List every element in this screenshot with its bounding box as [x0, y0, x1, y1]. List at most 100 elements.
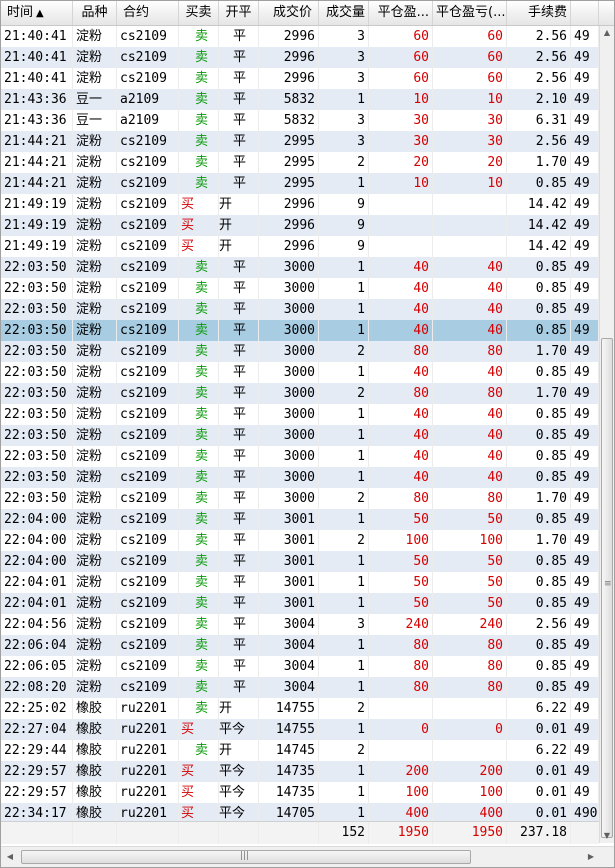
table-row[interactable]: 22:03:50 淀粉 cs2109 卖平 3000 1 40 40 0.85 49: [1, 278, 599, 299]
cell-side: 卖: [179, 551, 219, 572]
column-header-volume[interactable]: 成交量: [319, 1, 369, 25]
table-row[interactable]: 22:04:00 淀粉 cs2109 卖平 3001 1 50 50 0.85 49: [1, 551, 599, 572]
cell-open-close: 平: [219, 467, 259, 488]
cell-time: 22:04:56: [1, 614, 73, 635]
cell-extra: 49: [571, 530, 599, 551]
cell-close-pnl: [369, 215, 433, 236]
table-row[interactable]: 22:29:57 橡胶 ru2201 买平今 14735 1 100 100 0.01 49: [1, 782, 599, 803]
cell-contract: cs2109: [117, 635, 179, 656]
cell-fee: 1.70: [507, 152, 571, 173]
table-row[interactable]: 22:03:50 淀粉 cs2109 卖平 3000 2 80 80 1.70 49: [1, 488, 599, 509]
cell-volume: 9: [319, 194, 369, 215]
vertical-scroll-thumb[interactable]: ≡: [601, 338, 613, 838]
cell-fee: 1.70: [507, 341, 571, 362]
cell-time: 22:29:57: [1, 782, 73, 803]
cell-volume: 1: [319, 404, 369, 425]
cell-fee: 1.70: [507, 530, 571, 551]
table-row[interactable]: 22:03:50 淀粉 cs2109 卖平 3000 1 40 40 0.85 49: [1, 467, 599, 488]
cell-price: 3001: [259, 530, 319, 551]
cell-extra: 49: [571, 761, 599, 782]
table-row[interactable]: 22:04:01 淀粉 cs2109 卖平 3001 1 50 50 0.85 49: [1, 572, 599, 593]
table-row[interactable]: 21:49:19 淀粉 cs2109 买开 2996 9 14.42 49: [1, 194, 599, 215]
cell-fee: 1.70: [507, 383, 571, 404]
table-row[interactable]: 22:29:57 橡胶 ru2201 买平今 14735 1 200 200 0.01 49: [1, 761, 599, 782]
column-header-product[interactable]: 品种: [73, 1, 117, 25]
cell-fee: 0.85: [507, 257, 571, 278]
cell-product: 淀粉: [73, 656, 117, 677]
column-header-contract[interactable]: 合约: [117, 1, 179, 25]
cell-fee: 0.01: [507, 719, 571, 740]
table-row[interactable]: 22:04:56 淀粉 cs2109 卖平 3004 3 240 240 2.56 49: [1, 614, 599, 635]
table-row[interactable]: 22:04:01 淀粉 cs2109 卖平 3001 1 50 50 0.85 49: [1, 593, 599, 614]
cell-volume: 1: [319, 278, 369, 299]
table-row[interactable]: 22:04:00 淀粉 cs2109 卖平 3001 2 100 100 1.70 49: [1, 530, 599, 551]
table-row[interactable]: 22:03:50 淀粉 cs2109 卖平 3000 2 80 80 1.70 49: [1, 383, 599, 404]
cell-contract: a2109: [117, 89, 179, 110]
column-header-close-pnl-detail[interactable]: 平仓盈亏(...: [433, 1, 507, 25]
cell-close-pnl: 80: [369, 677, 433, 698]
table-row[interactable]: 21:40:41 淀粉 cs2109 卖平 2996 3 60 60 2.56 49: [1, 26, 599, 47]
table-row[interactable]: 22:27:04 橡胶 ru2201 买平今 14755 1 0 0 0.01 49: [1, 719, 599, 740]
table-row[interactable]: 21:44:21 淀粉 cs2109 卖平 2995 3 30 30 2.56 49: [1, 131, 599, 152]
cell-close-pnl: 40: [369, 446, 433, 467]
scroll-right-icon[interactable]: ▶: [584, 850, 598, 864]
scroll-down-icon[interactable]: ▼: [600, 829, 614, 843]
table-row[interactable]: 22:06:05 淀粉 cs2109 卖平 3004 1 80 80 0.85 49: [1, 656, 599, 677]
column-header-extra[interactable]: [571, 1, 599, 25]
cell-side: 卖: [179, 110, 219, 131]
cell-volume: 2: [319, 530, 369, 551]
table-row[interactable]: 22:03:50 淀粉 cs2109 卖平 3000 1 40 40 0.85 49: [1, 320, 599, 341]
cell-product: 橡胶: [73, 782, 117, 803]
column-header-close-pnl[interactable]: 平仓盈...: [369, 1, 433, 25]
table-row[interactable]: 22:03:50 淀粉 cs2109 卖平 3000 1 40 40 0.85 49: [1, 446, 599, 467]
table-row[interactable]: 22:03:50 淀粉 cs2109 卖平 3000 2 80 80 1.70 49: [1, 341, 599, 362]
cell-close-pnl-detail: [433, 215, 507, 236]
table-row[interactable]: 22:06:04 淀粉 cs2109 卖平 3004 1 80 80 0.85 49: [1, 635, 599, 656]
scroll-left-icon[interactable]: ◀: [3, 850, 17, 864]
cell-volume: 1: [319, 446, 369, 467]
cell-contract: cs2109: [117, 68, 179, 89]
cell-close-pnl-detail: 10: [433, 89, 507, 110]
column-header-price[interactable]: 成交价: [259, 1, 319, 25]
cell-price: 3000: [259, 341, 319, 362]
cell-close-pnl-detail: [433, 194, 507, 215]
table-row[interactable]: 22:03:50 淀粉 cs2109 卖平 3000 1 40 40 0.85 49: [1, 299, 599, 320]
cell-product: 淀粉: [73, 278, 117, 299]
cell-price: 2996: [259, 194, 319, 215]
table-row[interactable]: 21:44:21 淀粉 cs2109 卖平 2995 1 10 10 0.85 49: [1, 173, 599, 194]
column-header-side[interactable]: 买卖: [179, 1, 219, 25]
table-row[interactable]: 22:29:44 橡胶 ru2201 卖开 14745 2 6.22 49: [1, 740, 599, 761]
cell-volume: 1: [319, 509, 369, 530]
table-row[interactable]: 21:40:41 淀粉 cs2109 卖平 2996 3 60 60 2.56 49: [1, 68, 599, 89]
cell-volume: 1: [319, 593, 369, 614]
cell-time: 22:25:02: [1, 698, 73, 719]
vertical-scrollbar[interactable]: ▲ ≡ ▼: [599, 26, 614, 843]
column-header-time[interactable]: 时间 ▲: [1, 1, 73, 25]
table-row[interactable]: 22:08:20 淀粉 cs2109 卖平 3004 1 80 80 0.85 49: [1, 677, 599, 698]
horizontal-scroll-thumb[interactable]: |||: [21, 850, 471, 864]
horizontal-scrollbar[interactable]: ◀ ||| ▶: [1, 846, 614, 867]
scroll-up-icon[interactable]: ▲: [600, 26, 614, 40]
cell-close-pnl-detail: 40: [433, 299, 507, 320]
column-header-open-close[interactable]: 开平: [219, 1, 259, 25]
table-row[interactable]: 22:04:00 淀粉 cs2109 卖平 3001 1 50 50 0.85 49: [1, 509, 599, 530]
table-row[interactable]: 21:49:19 淀粉 cs2109 买开 2996 9 14.42 49: [1, 236, 599, 257]
table-row[interactable]: 21:49:19 淀粉 cs2109 买开 2996 9 14.42 49: [1, 215, 599, 236]
table-row[interactable]: 21:43:36 豆一 a2109 卖平 5832 1 10 10 2.10 49: [1, 89, 599, 110]
cell-contract: cs2109: [117, 425, 179, 446]
cell-fee: 6.22: [507, 698, 571, 719]
cell-extra: 49: [571, 152, 599, 173]
table-row[interactable]: 21:43:36 豆一 a2109 卖平 5832 3 30 30 6.31 49: [1, 110, 599, 131]
column-header-fee[interactable]: 手续费: [507, 1, 571, 25]
table-row[interactable]: 22:03:50 淀粉 cs2109 卖平 3000 1 40 40 0.85 49: [1, 404, 599, 425]
table-row[interactable]: 22:25:02 橡胶 ru2201 卖开 14755 2 6.22 49: [1, 698, 599, 719]
cell-fee: 14.42: [507, 194, 571, 215]
table-row[interactable]: 21:44:21 淀粉 cs2109 卖平 2995 2 20 20 1.70 49: [1, 152, 599, 173]
table-row[interactable]: 22:03:50 淀粉 cs2109 卖平 3000 1 40 40 0.85 49: [1, 425, 599, 446]
table-row[interactable]: 22:03:50 淀粉 cs2109 卖平 3000 1 40 40 0.85 49: [1, 257, 599, 278]
cell-close-pnl: 50: [369, 551, 433, 572]
table-row[interactable]: 21:40:41 淀粉 cs2109 卖平 2996 3 60 60 2.56 49: [1, 47, 599, 68]
cell-time: 22:03:50: [1, 446, 73, 467]
table-row[interactable]: 22:03:50 淀粉 cs2109 卖平 3000 1 40 40 0.85 49: [1, 362, 599, 383]
cell-fee: 0.85: [507, 173, 571, 194]
